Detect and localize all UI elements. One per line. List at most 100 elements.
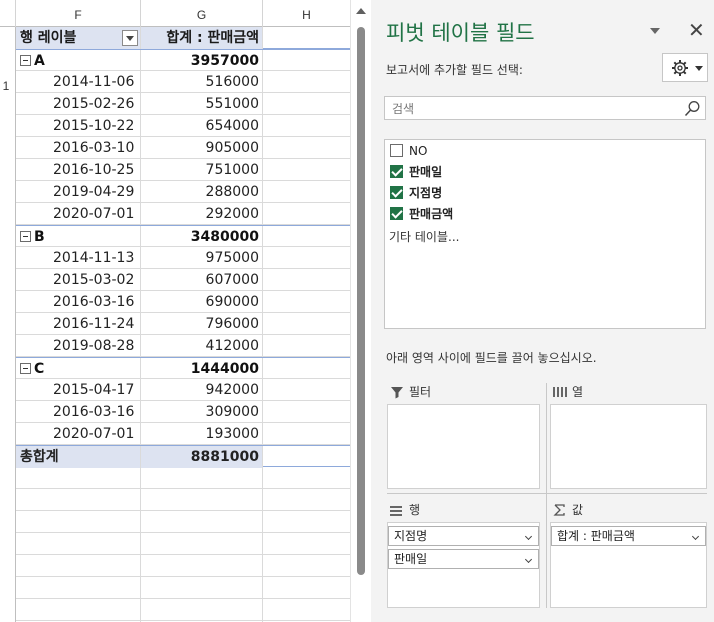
values-drop-zone[interactable]: 합계 : 판매금액 (550, 522, 707, 608)
group-total[interactable]: 1444000 (141, 358, 263, 380)
group-row[interactable]: C 1444000 (16, 357, 350, 380)
item-row[interactable]: 2019-04-29 288000 (16, 181, 350, 203)
sale-amount[interactable]: 288000 (141, 181, 263, 203)
values-chip-sum-amount[interactable]: 합계 : 판매금액 (551, 526, 706, 546)
empty-row[interactable] (16, 555, 350, 577)
group-row[interactable]: B 3480000 (16, 225, 350, 248)
pane-options-chevron-icon[interactable] (650, 28, 660, 34)
empty-cell[interactable] (263, 27, 350, 49)
sale-date[interactable]: 2014-11-13 (16, 247, 141, 269)
item-row[interactable]: 2016-03-16 690000 (16, 291, 350, 313)
sale-date[interactable]: 2016-11-24 (16, 313, 141, 335)
field-list[interactable]: NO 판매일 지점명 판매금액 기타 테이블... (384, 139, 706, 329)
collapse-minus-icon[interactable] (20, 231, 31, 242)
sale-amount[interactable]: 292000 (141, 203, 263, 225)
checkbox-checked-icon[interactable] (390, 165, 403, 178)
sale-date[interactable]: 2015-03-02 (16, 269, 141, 291)
empty-cell[interactable] (263, 467, 350, 489)
empty-cell[interactable] (263, 93, 350, 115)
item-row[interactable]: 2014-11-13 975000 (16, 247, 350, 269)
sale-amount[interactable]: 412000 (141, 335, 263, 357)
empty-row[interactable] (16, 489, 350, 511)
pivot-table[interactable]: 행 레이블 합계 : 판매금액 A 3957000 2014-11-06 516000… (16, 27, 350, 622)
close-icon[interactable]: ✕ (688, 18, 705, 42)
sale-date[interactable]: 2015-10-22 (16, 115, 141, 137)
sale-amount[interactable]: 796000 (141, 313, 263, 335)
item-row[interactable]: 2016-11-24 796000 (16, 313, 350, 335)
item-row[interactable]: 2020-07-01 193000 (16, 423, 350, 445)
item-row[interactable]: 2014-11-06 516000 (16, 71, 350, 93)
item-row[interactable]: 2016-03-16 309000 (16, 401, 350, 423)
item-row[interactable]: 2019-08-28 412000 (16, 335, 350, 357)
empty-row[interactable] (16, 467, 350, 489)
more-tables-link[interactable]: 기타 테이블... (389, 228, 459, 245)
grand-total-row[interactable]: 총합계 8881000 (16, 445, 350, 468)
empty-cell[interactable] (263, 269, 350, 291)
item-row[interactable]: 2015-10-22 654000 (16, 115, 350, 137)
empty-cell[interactable] (263, 599, 350, 621)
scroll-up-arrow-icon[interactable] (356, 8, 366, 14)
collapse-minus-icon[interactable] (20, 55, 31, 66)
sale-date[interactable]: 2015-04-17 (16, 379, 141, 401)
empty-cell[interactable] (263, 489, 350, 511)
sale-date[interactable]: 2019-08-28 (16, 335, 141, 357)
sale-date[interactable]: 2016-03-10 (16, 137, 141, 159)
empty-cell[interactable] (16, 489, 141, 511)
empty-cell[interactable] (263, 577, 350, 599)
sale-date[interactable]: 2020-07-01 (16, 423, 141, 445)
sale-amount[interactable]: 690000 (141, 291, 263, 313)
empty-cell[interactable] (263, 335, 350, 357)
checkbox-checked-icon[interactable] (390, 207, 403, 220)
checkbox-unchecked-icon[interactable] (390, 144, 403, 157)
empty-cell[interactable] (263, 291, 350, 313)
group-row[interactable]: A 3957000 (16, 49, 350, 72)
columns-drop-zone[interactable] (550, 404, 707, 489)
sale-date[interactable]: 2015-02-26 (16, 93, 141, 115)
chevron-down-icon[interactable] (524, 532, 533, 541)
rows-chip-branch[interactable]: 지점명 (388, 526, 539, 546)
group-label-cell[interactable]: A (16, 50, 141, 72)
empty-cell[interactable] (263, 401, 350, 423)
grand-total-label[interactable]: 총합계 (16, 446, 141, 468)
empty-cell[interactable] (16, 511, 141, 533)
grand-total-value[interactable]: 8881000 (141, 446, 263, 468)
row-labels-header[interactable]: 행 레이블 (16, 27, 141, 49)
empty-cell[interactable] (263, 181, 350, 203)
empty-cell[interactable] (263, 379, 350, 401)
group-total[interactable]: 3957000 (141, 50, 263, 72)
empty-cell[interactable] (263, 226, 350, 248)
empty-cell[interactable] (16, 577, 141, 599)
sale-amount[interactable]: 751000 (141, 159, 263, 181)
empty-cell[interactable] (16, 467, 141, 489)
group-total[interactable]: 3480000 (141, 226, 263, 248)
empty-row[interactable] (16, 511, 350, 533)
sale-amount[interactable]: 516000 (141, 71, 263, 93)
rows-chip-sale-date[interactable]: 판매일 (388, 549, 539, 569)
sale-amount[interactable]: 942000 (141, 379, 263, 401)
column-header-h[interactable]: H (263, 0, 350, 27)
empty-cell[interactable] (141, 511, 263, 533)
item-row[interactable]: 2020-07-01 292000 (16, 203, 350, 225)
sale-date[interactable]: 2014-11-06 (16, 71, 141, 93)
scroll-thumb[interactable] (357, 27, 365, 575)
item-row[interactable]: 2015-03-02 607000 (16, 269, 350, 291)
sale-date[interactable]: 2019-04-29 (16, 181, 141, 203)
empty-cell[interactable] (141, 599, 263, 621)
checkbox-checked-icon[interactable] (390, 186, 403, 199)
column-header-g[interactable]: G (141, 0, 263, 27)
empty-cell[interactable] (141, 489, 263, 511)
empty-row[interactable] (16, 533, 350, 555)
sale-amount[interactable]: 975000 (141, 247, 263, 269)
row-labels-filter-dropdown-icon[interactable] (122, 30, 138, 46)
item-row[interactable]: 2015-02-26 551000 (16, 93, 350, 115)
chevron-down-icon[interactable] (524, 555, 533, 564)
select-all-corner[interactable] (0, 0, 16, 27)
empty-cell[interactable] (263, 247, 350, 269)
empty-cell[interactable] (263, 159, 350, 181)
empty-cell[interactable] (263, 446, 350, 468)
pivot-header-row[interactable]: 행 레이블 합계 : 판매금액 (16, 27, 350, 49)
collapse-minus-icon[interactable] (20, 363, 31, 374)
sale-date[interactable]: 2016-03-16 (16, 291, 141, 313)
tools-button[interactable] (662, 53, 708, 82)
empty-row[interactable] (16, 599, 350, 621)
